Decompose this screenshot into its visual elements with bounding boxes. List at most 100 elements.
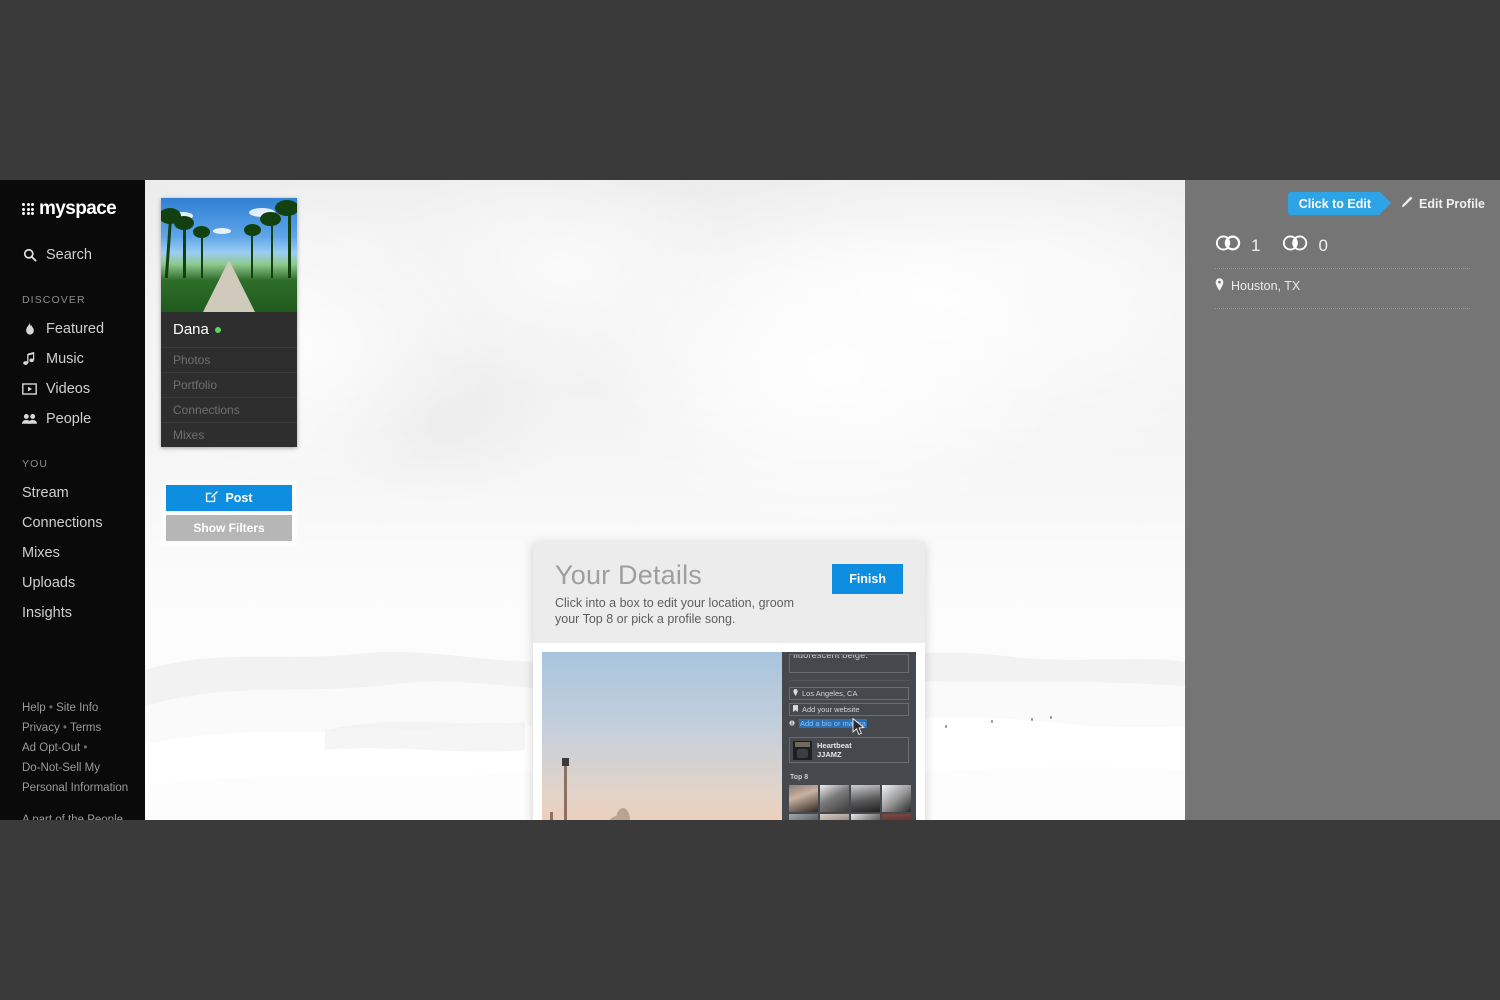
compose-icon [205, 490, 219, 506]
show-filters-button[interactable]: Show Filters [166, 515, 292, 541]
profile-preview[interactable]: fluorescent beige. Los Angeles, CA Add y… [542, 652, 916, 820]
preview-bio-link[interactable]: Add a bio or mantra [789, 719, 909, 728]
sidebar-item-insights[interactable]: Insights [0, 598, 145, 628]
sidebar-item-search[interactable]: Search [0, 240, 145, 270]
footer-sep-2: • [62, 722, 67, 734]
footer-link-privacy[interactable]: Privacy [22, 722, 60, 734]
click-to-edit-label: Click to Edit [1298, 196, 1372, 211]
preview-divider-1 [789, 680, 909, 681]
sidebar-item-uploads[interactable]: Uploads [0, 568, 145, 598]
desktop-backdrop: myspace Search DISCOVER Featured Music V… [0, 0, 1500, 1000]
sidebar-label-mixes: Mixes [22, 545, 60, 561]
top8-thumb[interactable] [882, 814, 911, 820]
top8-thumb[interactable] [882, 785, 911, 812]
preview-song-row[interactable]: Heartbeat JJAMZ [789, 737, 909, 763]
divider-1 [1215, 268, 1470, 269]
preview-location-field[interactable]: Los Angeles, CA [789, 687, 909, 700]
sidebar-item-mixes[interactable]: Mixes [0, 538, 145, 568]
footer-line-1: Help • Site Info [22, 698, 142, 718]
sidebar-item-connections[interactable]: Connections [0, 508, 145, 538]
sidebar-section-you: YOU [22, 458, 49, 470]
sidebar-label-search: Search [46, 247, 92, 263]
sidebar-item-people[interactable]: People [0, 404, 145, 434]
footer-line-3: Ad Opt-Out • [22, 738, 142, 758]
preview-cover-photo [542, 652, 782, 820]
connections-icon [1282, 235, 1310, 256]
connections-icon [1215, 235, 1243, 256]
sidebar-label-people: People [46, 411, 92, 427]
myspace-logo[interactable]: myspace [0, 180, 145, 220]
sidebar-label-insights: Insights [22, 605, 72, 621]
profile-link-photos[interactable]: Photos [161, 347, 297, 372]
preview-song-title: Heartbeat [817, 741, 852, 750]
click-to-edit-badge[interactable]: Click to Edit [1287, 192, 1392, 215]
preview-location-value: Los Angeles, CA [802, 689, 858, 698]
sidebar-label-videos: Videos [46, 381, 91, 397]
profile-link-portfolio[interactable]: Portfolio [161, 372, 297, 397]
video-icon [22, 382, 37, 397]
sidebar-label-music: Music [46, 351, 84, 367]
sidebar-footer-links: Help • Site Info Privacy • Terms Ad Opt-… [22, 698, 142, 820]
sidebar-label-uploads: Uploads [22, 575, 76, 591]
edit-profile-label: Edit Profile [1419, 196, 1485, 211]
top8-thumb[interactable] [851, 785, 880, 812]
your-details-modal: Your Details Click into a box to edit yo… [533, 542, 925, 820]
top8-thumb[interactable] [851, 814, 880, 820]
footer-spacer [22, 798, 142, 810]
sidebar-item-stream[interactable]: Stream [0, 478, 145, 508]
footer-link-ad-opt-out[interactable]: Ad Opt-Out [22, 742, 80, 754]
click-to-edit-wrap: Click to Edit [1287, 192, 1392, 215]
footer-line-2: Privacy • Terms [22, 718, 142, 738]
sidebar-item-music[interactable]: Music [0, 344, 145, 374]
top8-thumb[interactable] [789, 814, 818, 820]
footer-link-site-info[interactable]: Site Info [56, 702, 98, 714]
resize-grip-icon[interactable] [901, 654, 906, 655]
preview-bio-box[interactable]: fluorescent beige. [789, 654, 909, 673]
post-button[interactable]: Post [166, 485, 292, 511]
logo-text: myspace [39, 198, 117, 219]
location-row[interactable]: Houston, TX [1215, 278, 1300, 294]
pencil-icon [1400, 196, 1413, 212]
location-text: Houston, TX [1231, 279, 1301, 293]
profile-name-row: Dana [161, 312, 297, 347]
top8-thumb[interactable] [820, 814, 849, 820]
profile-link-connections[interactable]: Connections [161, 397, 297, 422]
preview-song-meta: Heartbeat JJAMZ [817, 741, 852, 759]
divider-2 [1215, 308, 1470, 309]
finish-button[interactable]: Finish [832, 564, 903, 594]
stat-connections-value: 1 [1251, 235, 1261, 255]
profile-photo[interactable] [161, 198, 297, 312]
stats-row: 1 0 [1215, 235, 1328, 256]
sidebar-item-videos[interactable]: Videos [0, 374, 145, 404]
info-icon [789, 719, 795, 728]
footer-link-help[interactable]: Help [22, 702, 46, 714]
stat-followers-value: 0 [1318, 235, 1328, 255]
profile-link-mixes[interactable]: Mixes [161, 422, 297, 447]
app-page: myspace Search DISCOVER Featured Music V… [0, 180, 1500, 820]
logo-dots-icon [22, 203, 34, 215]
people-icon [22, 412, 37, 427]
stat-followers[interactable]: 0 [1282, 235, 1328, 256]
top8-thumb[interactable] [789, 785, 818, 812]
online-status-dot [214, 326, 221, 333]
sidebar-label-connections: Connections [22, 515, 103, 531]
sidebar-item-featured[interactable]: Featured [0, 314, 145, 344]
footer-link-do-not-sell[interactable]: Do-Not-Sell My [22, 758, 142, 778]
road-shape [203, 260, 255, 312]
footer-sep-3: • [83, 742, 88, 754]
modal-header: Your Details Click into a box to edit yo… [533, 542, 925, 643]
post-button-label: Post [225, 491, 253, 505]
preview-top8-grid[interactable] [789, 785, 911, 820]
footer-sep-1: • [48, 702, 53, 714]
preview-website-value: Add your website [802, 705, 860, 714]
preview-website-field[interactable]: Add your website [789, 703, 909, 716]
stat-connections[interactable]: 1 [1215, 235, 1260, 256]
sidebar-label-stream: Stream [22, 485, 69, 501]
footer-link-personal-information[interactable]: Personal Information [22, 778, 142, 798]
footer-link-terms[interactable]: Terms [70, 722, 101, 734]
edit-profile-button[interactable]: Edit Profile [1400, 196, 1485, 212]
preview-top8-label: Top 8 [790, 774, 809, 781]
background-clouds [145, 180, 1185, 577]
top8-thumb[interactable] [820, 785, 849, 812]
sidebar-nav: myspace Search DISCOVER Featured Music V… [0, 180, 145, 820]
